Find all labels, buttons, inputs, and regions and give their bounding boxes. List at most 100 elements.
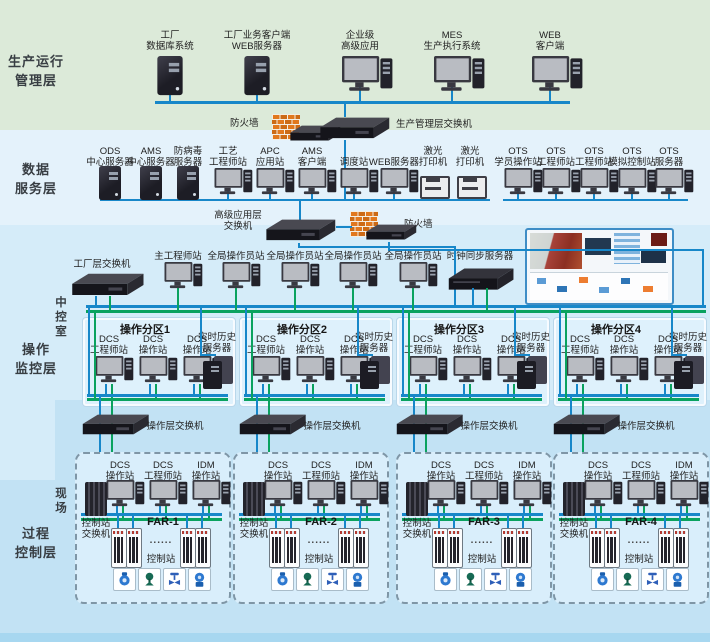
instrument-icon (321, 568, 344, 591)
mgmt-switch-icon (314, 114, 392, 148)
network-line (357, 307, 359, 356)
device-label: DCS 操作站 (263, 460, 293, 482)
far-title: FAR-1 (147, 515, 179, 528)
instrument-icon (434, 568, 457, 591)
hmi-flow-box (621, 278, 630, 284)
device-label: 企业级 高级应用 (340, 30, 379, 52)
workstation-icon (350, 480, 391, 507)
instrument-icon (138, 568, 161, 591)
workstation-icon (106, 480, 147, 507)
server-icon (177, 166, 199, 200)
network-line (94, 312, 96, 400)
hmi-indicators (651, 233, 667, 246)
workstation-icon (610, 356, 651, 383)
device-label: DCS 工程师站 (89, 334, 128, 356)
instrument-icon (163, 568, 186, 591)
op-switch-label: 操作层交换机 (303, 420, 361, 432)
device-label (457, 0, 503, 22)
layer-label-production: 生产运行 管理层 (7, 54, 64, 88)
device-label: IDM 操作站 (191, 460, 221, 482)
device-label: IDM 操作站 (512, 460, 542, 482)
history-server-icon (674, 356, 704, 389)
hmi-flow-box (537, 278, 546, 284)
network-line (95, 296, 97, 307)
controller-rack-icon (111, 528, 127, 568)
device-label: DCS 操作站 (609, 334, 639, 356)
instrument-icon (616, 568, 639, 591)
controller-label: 控制站 (624, 553, 654, 565)
network-line (610, 513, 612, 529)
workstation-icon (339, 262, 380, 289)
controller-rack-icon (353, 528, 369, 568)
operation-layer-band-extension (0, 400, 55, 480)
network-line (679, 513, 681, 529)
hmi-photo-dark2 (641, 249, 666, 263)
controller-rack-icon (589, 528, 605, 568)
partition-title: 操作分区3 (433, 323, 485, 336)
device-label: DCS 工程师站 (301, 460, 340, 482)
workstation-icon (340, 168, 381, 195)
device-label: DCS 操作站 (426, 460, 456, 482)
partition-title: 操作分区2 (276, 323, 328, 336)
network-line (200, 307, 202, 356)
network-line (109, 296, 111, 313)
firewall-switch-icon (362, 222, 418, 248)
ellipsis-label: ...... (307, 534, 331, 546)
controller-label: 控制站 (467, 553, 497, 565)
network-line (401, 394, 542, 397)
device-label: MES 生产执行系统 (423, 30, 481, 52)
network-line (352, 288, 354, 312)
workstation-icon (532, 56, 585, 92)
layer-label-data: 数据 服务层 (14, 162, 57, 196)
device-label: DCS 工程师站 (403, 334, 442, 356)
device-label: 工厂业务客户端 WEB服务器 (223, 30, 291, 52)
controller-rack-icon (126, 528, 142, 568)
workstation-icon (453, 356, 494, 383)
controller-rack-icon (180, 528, 196, 568)
network-line (402, 307, 404, 396)
network-line (244, 398, 385, 401)
network-line (87, 398, 228, 401)
device-label: DCS 操作站 (583, 460, 613, 482)
device-label: DCS 工程师站 (464, 460, 503, 482)
control-station-switch-icon (243, 482, 265, 516)
workstation-icon (264, 480, 305, 507)
workstation-icon (504, 168, 545, 195)
instrument-icon (591, 568, 614, 591)
workstation-icon (95, 356, 136, 383)
far-title: FAR-2 (305, 515, 337, 528)
network-line (132, 513, 134, 529)
device-label: DCS 工程师站 (143, 460, 182, 482)
device-label: DCS 工程师站 (621, 460, 660, 482)
network-line (595, 513, 597, 529)
history-server-icon (517, 356, 547, 389)
network-line (344, 513, 346, 529)
workstation-icon (214, 168, 255, 195)
hmi-flow-box (643, 286, 653, 292)
history-server-icon (203, 356, 233, 389)
workstation-icon (192, 480, 233, 507)
ellipsis-label: ...... (627, 534, 651, 546)
controller-rack-icon (673, 528, 689, 568)
workstation-icon (164, 262, 205, 289)
device-label: DCS 操作站 (138, 334, 168, 356)
workstation-icon (584, 480, 625, 507)
workstation-icon (399, 262, 440, 289)
workstation-icon (513, 480, 554, 507)
workstation-icon (222, 262, 263, 289)
instrument-icon (188, 568, 211, 591)
device-label: 工厂 数据库系统 (146, 30, 194, 52)
label-mgmt-switch: 生产管理层交换机 (396, 119, 473, 130)
server-icon (99, 166, 121, 200)
layer-label-process: 过程 控制层 (14, 526, 57, 560)
workstation-icon (342, 56, 395, 92)
server-icon (244, 56, 270, 96)
network-line (486, 288, 488, 313)
controller-rack-icon (447, 528, 463, 568)
network-line (702, 249, 704, 307)
control-station-switch-icon (406, 482, 428, 516)
history-server-icon (360, 356, 390, 389)
server-icon (157, 56, 183, 96)
network-architecture-diagram: 生产运行 管理层 数据 服务层 操作 监控层 过程 控制层 中控室 现场 防火墙 生产管… (0, 0, 710, 642)
station-label: 全局操作员站 (384, 250, 442, 262)
